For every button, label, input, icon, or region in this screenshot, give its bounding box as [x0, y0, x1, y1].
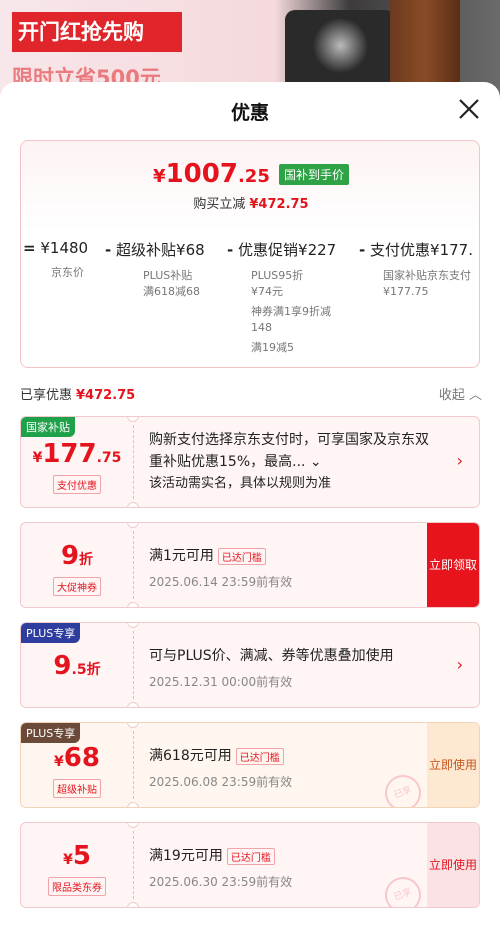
- coupon-corner-badge: PLUS专享: [21, 623, 81, 643]
- breakdown-item-super-subsidy: - 超级补贴¥68 PLUS补贴 满618减68: [105, 241, 205, 298]
- use-now-button[interactable]: 立即使用: [427, 823, 479, 907]
- coupon-note: 该活动需实名，具体以规则为准: [149, 476, 332, 491]
- enjoyed-discount: 已享优惠 ¥472.75: [20, 388, 136, 403]
- coupon-type-label: 大促神券: [53, 577, 101, 596]
- coupon-value: ¥68: [54, 743, 100, 773]
- coupon-expiry: 2025.06.08 23:59前有效: [149, 775, 293, 789]
- coupon-card-super-subsidy: PLUS专享 ¥68 超级补贴 满618元可用 已达门槛 2025.06.08 2…: [20, 722, 480, 808]
- threshold-badge: 已达门槛: [226, 847, 275, 865]
- coupon-value: 9.5折: [53, 651, 101, 681]
- subsidy-price-tag: 国补到手价: [278, 163, 349, 185]
- close-button[interactable]: [456, 96, 482, 122]
- price-breakdown: = ¥1480 京东价 - 超级补贴¥68 PLUS补贴 满618减68 - 优惠…: [21, 239, 479, 367]
- breakdown-item-payment: - 支付优惠¥177. 国家补贴京东支付 ¥177.75: [359, 241, 473, 298]
- threshold-badge: 已达门槛: [235, 747, 284, 765]
- coupon-expiry: 2025.06.14 23:59前有效: [149, 575, 293, 589]
- coupon-type-label: 支付优惠: [53, 475, 101, 494]
- collapse-button[interactable]: 收起 ︿: [439, 384, 482, 403]
- sheet-title: 优惠: [230, 102, 269, 124]
- coupon-condition: 满19元可用 已达门槛: [149, 845, 419, 865]
- coupon-corner-badge: 国家补贴: [21, 417, 75, 437]
- price-summary-card: ¥1007.25 国补到手价 购买立减 ¥472.75 = ¥1480 京东价 -…: [20, 140, 480, 368]
- threshold-badge: 已达门槛: [217, 547, 266, 565]
- chevron-up-icon: ︿: [468, 388, 482, 403]
- coupon-expiry: 2025.06.30 23:59前有效: [149, 875, 293, 889]
- breakdown-item-promotion: - 优惠促销¥227 PLUS95折 ¥74元 神券满1享9折减 148 满19…: [227, 241, 337, 354]
- coupon-expiry: 2025.12.31 00:00前有效: [149, 675, 293, 689]
- coupon-value: 9折: [60, 541, 94, 571]
- coupon-card-plus-discount[interactable]: PLUS专享 9.5折 可与PLUS价、满减、券等优惠叠加使用 2025.12.…: [20, 622, 480, 708]
- use-now-button[interactable]: 立即使用: [427, 723, 479, 807]
- final-price-row: ¥1007.25 国补到手价: [21, 159, 479, 189]
- coupon-condition: 满1元可用 已达门槛: [149, 545, 419, 565]
- product-image-side: [390, 0, 460, 90]
- coupon-type-label: 限品类东券: [48, 877, 106, 896]
- promo-title: 开门红抢先购: [12, 12, 182, 52]
- claim-now-button[interactable]: 立即领取: [427, 523, 479, 607]
- chevron-right-icon[interactable]: ›: [457, 655, 463, 674]
- coupon-description: 可与PLUS价、满减、券等优惠叠加使用: [149, 648, 394, 664]
- product-image: [285, 10, 395, 90]
- coupon-card-national-subsidy[interactable]: 国家补贴 ¥177.75 支付优惠 购新支付选择京东支付时，可享国家及京东双重补…: [20, 416, 480, 508]
- coupon-type-label: 超级补贴: [53, 779, 101, 798]
- instant-discount-row: 购买立减 ¥472.75: [193, 197, 309, 212]
- close-icon: [459, 99, 479, 119]
- coupon-value: ¥177.75: [32, 439, 122, 469]
- coupon-value: ¥5: [63, 841, 91, 871]
- coupon-card-promo: 9折 大促神券 满1元可用 已达门槛 2025.06.14 23:59前有效 立即…: [20, 522, 480, 608]
- coupon-condition: 满618元可用 已达门槛: [149, 745, 419, 765]
- discount-sheet: 优惠 ¥1007.25 国补到手价 购买立减 ¥472.75 = ¥1480 京东…: [0, 82, 500, 927]
- chevron-right-icon[interactable]: ›: [457, 451, 463, 470]
- chevron-down-icon[interactable]: ⌄: [310, 454, 322, 470]
- coupon-corner-badge: PLUS专享: [21, 723, 81, 743]
- breakdown-item-jd-price: = ¥1480 京东价: [23, 239, 89, 279]
- final-price: ¥1007.25: [153, 159, 270, 189]
- coupon-card-category: ¥5 限品类东券 满19元可用 已达门槛 2025.06.30 23:59前有效 …: [20, 822, 480, 908]
- coupon-description: 购新支付选择京东支付时，可享国家及京东双重补贴优惠15%，最高... ⌄: [149, 432, 429, 470]
